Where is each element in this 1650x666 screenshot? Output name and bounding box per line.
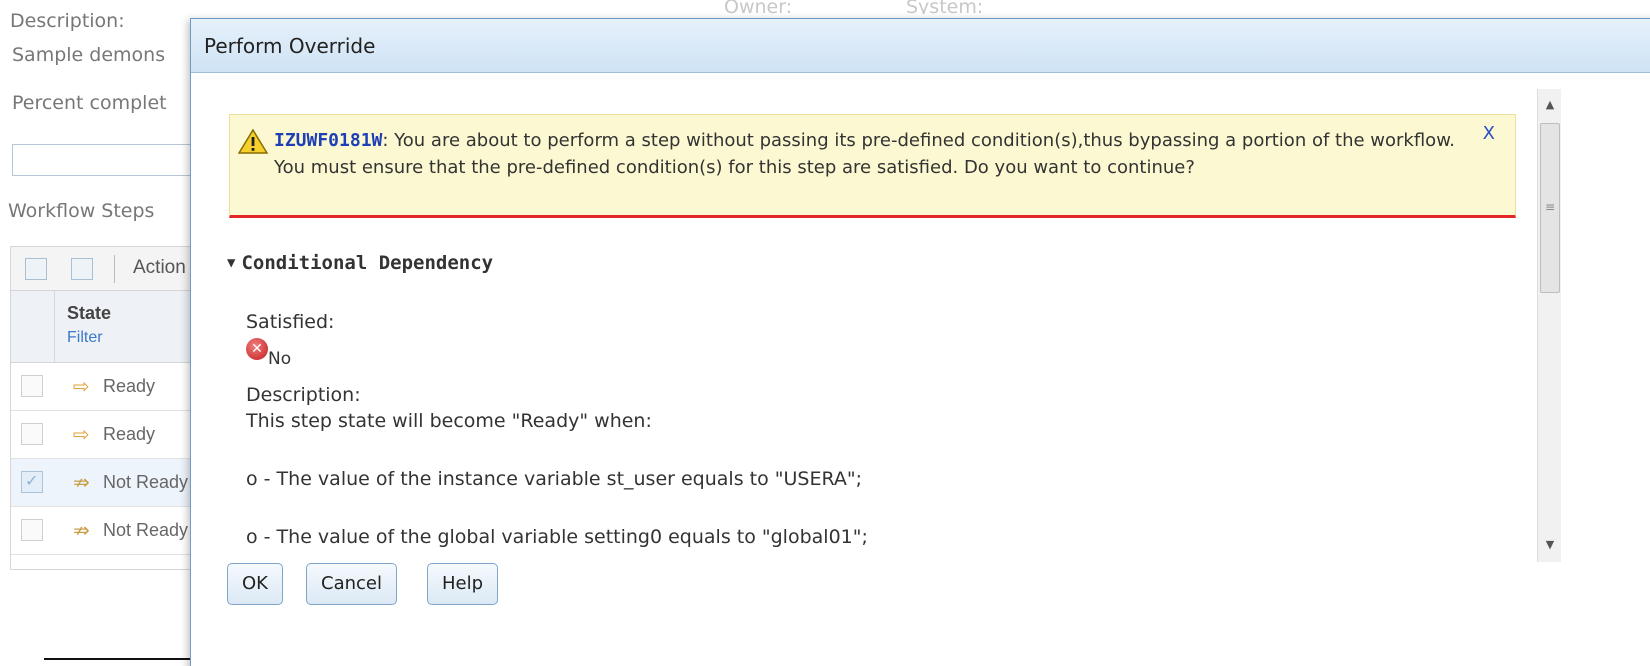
warning-body: : You are about to perform a step withou…	[274, 130, 1455, 178]
scroll-down-arrow-icon[interactable]: ▼	[1538, 533, 1562, 557]
message-id: IZUWF0181W	[274, 130, 383, 151]
row-checkbox[interactable]	[21, 471, 43, 493]
not-ready-icon: ⇏	[73, 518, 90, 542]
row-checkbox[interactable]	[21, 519, 43, 541]
conditional-dependency-toggle[interactable]: ▼ Conditional Dependency	[227, 252, 493, 274]
percent-complete-label: Percent complet	[12, 92, 167, 114]
table-row[interactable]: ⇏ Not Ready	[11, 459, 201, 507]
row-state: Not Ready	[103, 472, 189, 492]
owner-label: Owner:	[724, 0, 793, 14]
table-row[interactable]: ⇨ Ready	[11, 363, 201, 411]
deselect-all-icon[interactable]	[71, 258, 93, 280]
warning-text: IZUWF0181W: You are about to perform a s…	[274, 127, 1464, 181]
cancel-button[interactable]: Cancel	[306, 563, 397, 605]
ready-arrow-icon: ⇨	[73, 422, 90, 446]
dialog-title: Perform Override	[204, 34, 376, 58]
content-scrollbar[interactable]: ▲ ≡ ▼	[1537, 89, 1561, 562]
workflow-steps-label: Workflow Steps	[8, 200, 155, 222]
scroll-up-arrow-icon[interactable]: ▲	[1538, 93, 1562, 117]
perform-override-dialog: Perform Override IZUWF0181W: You are abo…	[190, 18, 1650, 666]
row-checkbox[interactable]	[21, 423, 43, 445]
actions-menu[interactable]: Action	[133, 257, 186, 279]
section-title: Conditional Dependency	[241, 252, 494, 274]
warning-message: IZUWF0181W: You are about to perform a s…	[229, 114, 1516, 218]
row-state: Ready	[103, 424, 156, 444]
satisfied-label: Satisfied:	[246, 311, 335, 333]
collapse-triangle-icon: ▼	[227, 255, 236, 271]
state-column-header[interactable]: State	[67, 303, 111, 324]
grid-header: State Filter	[11, 291, 201, 363]
not-ready-icon: ⇏	[73, 470, 90, 494]
row-checkbox[interactable]	[21, 375, 43, 397]
help-button[interactable]: Help	[427, 563, 499, 605]
state-filter-link[interactable]: Filter	[67, 329, 103, 347]
dialog-content: IZUWF0181W: You are about to perform a s…	[191, 74, 1537, 564]
close-warning-button[interactable]: X	[1483, 123, 1495, 144]
row-state: Not Ready	[103, 520, 189, 540]
description-line: o - The value of the global variable set…	[246, 526, 868, 548]
description-line: o - The value of the instance variable s…	[246, 468, 863, 490]
table-row[interactable]: ⇏ Not Ready	[11, 507, 201, 555]
progress-bar	[12, 144, 212, 176]
description-value: Sample demons	[12, 44, 166, 66]
warning-icon	[238, 128, 268, 154]
grid-toolbar: Action	[11, 247, 201, 291]
row-state: Ready	[103, 376, 156, 396]
satisfied-value: No	[268, 349, 292, 369]
system-label: System:	[906, 0, 984, 14]
error-icon: ✕	[246, 338, 268, 360]
dialog-titlebar[interactable]: Perform Override	[191, 19, 1650, 73]
scrollbar-thumb[interactable]: ≡	[1540, 123, 1560, 293]
description-line: This step state will become "Ready" when…	[246, 410, 652, 432]
workflow-steps-grid: Action State Filter ⇨ Ready ⇨ Ready ⇏ No…	[10, 246, 201, 570]
grip-icon: ≡	[1545, 200, 1556, 214]
description-label: Description:	[10, 10, 125, 32]
ok-button[interactable]: OK	[227, 563, 283, 605]
grid-header-checkbox-column	[11, 291, 55, 363]
ready-arrow-icon: ⇨	[73, 374, 90, 398]
select-all-icon[interactable]	[25, 258, 47, 280]
table-row[interactable]: ⇨ Ready	[11, 411, 201, 459]
description-field-label: Description:	[246, 384, 361, 406]
toolbar-separator	[114, 255, 115, 283]
